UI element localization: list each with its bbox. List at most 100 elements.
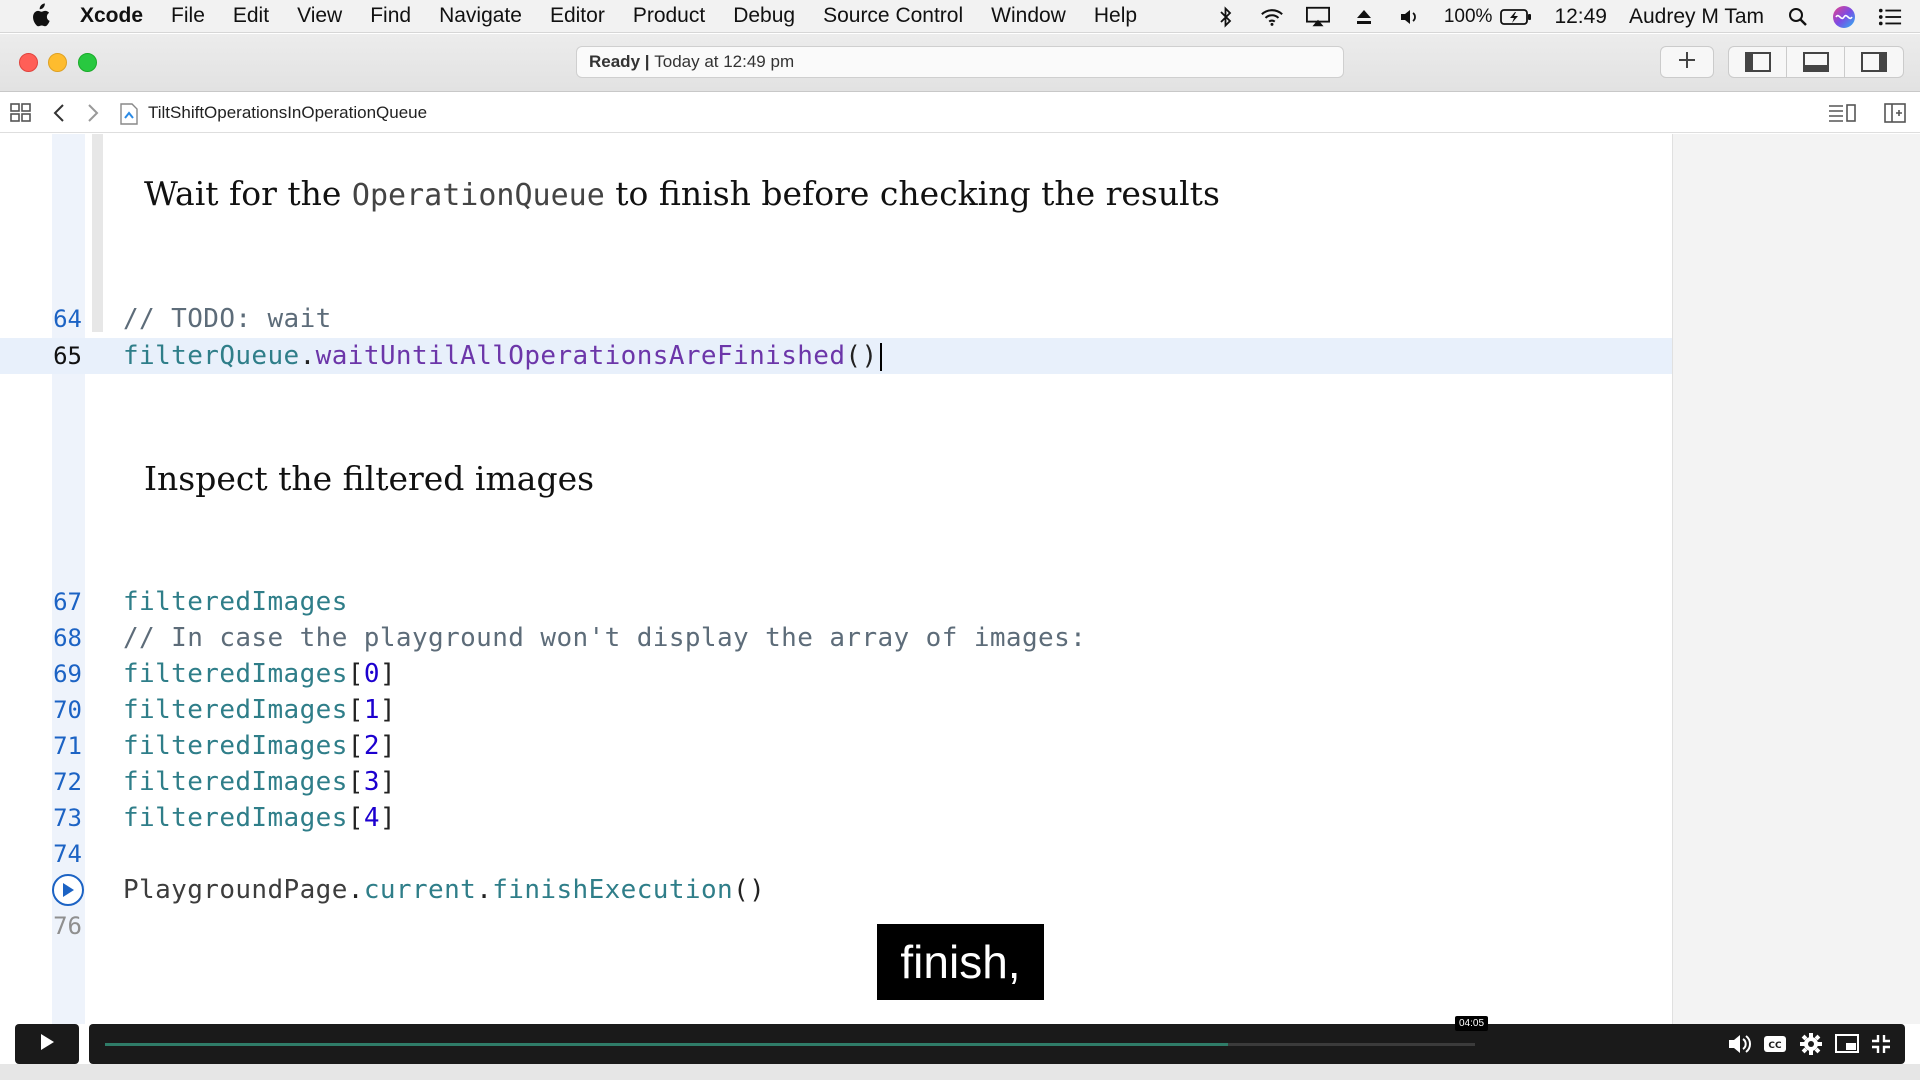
line-number[interactable]: 70	[40, 696, 82, 724]
code-identifier: filterQueue	[123, 341, 300, 371]
minimize-window-button[interactable]	[48, 53, 67, 72]
results-sidebar	[1672, 134, 1920, 1024]
code-number: 1	[363, 695, 380, 725]
code-identifier: filteredImages	[123, 731, 348, 761]
line-number[interactable]: 64	[40, 305, 82, 333]
bluetooth-icon[interactable]	[1214, 5, 1238, 28]
markup-heading-inspect: Inspect the filtered images	[144, 459, 595, 498]
line-number[interactable]: 73	[40, 804, 82, 832]
add-icon	[1678, 51, 1696, 74]
markup-code: OperationQueue	[351, 178, 605, 213]
activity-viewer: Ready | Today at 12:49 pm	[576, 46, 1344, 78]
menu-clock[interactable]: 12:49	[1554, 5, 1607, 29]
line-number[interactable]: 69	[40, 660, 82, 688]
code-text: filteredImages[0]	[123, 659, 396, 689]
menu-user[interactable]: Audrey M Tam	[1629, 5, 1764, 29]
menu-editor[interactable]: Editor	[550, 4, 605, 28]
menu-edit[interactable]: Edit	[233, 4, 269, 28]
code-line: PlaygroundPage.current.finishExecution()	[0, 872, 1672, 908]
code-punct: [	[347, 803, 364, 833]
line-number[interactable]: 65	[40, 342, 82, 370]
menu-debug[interactable]: Debug	[733, 4, 795, 28]
back-chevron-icon[interactable]	[52, 103, 66, 128]
code-punct: [	[347, 695, 364, 725]
line-number[interactable]: 76	[40, 912, 82, 940]
code-punct: ]	[379, 767, 396, 797]
line-number[interactable]: 67	[40, 588, 82, 616]
airplay-icon[interactable]	[1305, 6, 1330, 28]
code-line-current: 65 filterQueue.waitUntilAllOperationsAre…	[0, 338, 1672, 374]
run-icon[interactable]	[52, 874, 84, 906]
battery-icon[interactable]	[1500, 6, 1532, 28]
siri-icon[interactable]	[1832, 5, 1856, 28]
eject-icon[interactable]	[1352, 6, 1376, 28]
menu-navigate[interactable]: Navigate	[439, 4, 522, 28]
menu-file[interactable]: File	[171, 4, 205, 28]
markup-text: to finish before checking the results	[604, 174, 1220, 213]
playground-file-icon	[120, 103, 138, 130]
code-line: 72 filteredImages[3]	[0, 764, 1672, 800]
menu-find[interactable]: Find	[370, 4, 411, 28]
menu-window[interactable]: Window	[991, 4, 1066, 28]
menu-app-name[interactable]: Xcode	[80, 4, 143, 28]
code-line: 70 filteredImages[1]	[0, 692, 1672, 728]
spotlight-icon[interactable]	[1786, 6, 1810, 28]
seek-progress	[105, 1043, 1229, 1046]
play-icon	[39, 1033, 55, 1056]
wifi-icon[interactable]	[1260, 6, 1284, 28]
code-identifier: filteredImages	[123, 587, 348, 617]
status-separator: |	[640, 52, 655, 71]
cc-icon[interactable]: CC	[1761, 1030, 1789, 1058]
video-caption: finish,	[877, 924, 1044, 1000]
code-punct: ]	[379, 803, 396, 833]
line-number[interactable]: 74	[40, 840, 82, 868]
line-number[interactable]: 68	[40, 624, 82, 652]
close-window-button[interactable]	[19, 53, 38, 72]
code-text: filterQueue.waitUntilAllOperationsAreFin…	[123, 341, 882, 371]
code-line: 64 // TODO: wait	[0, 301, 1672, 337]
source-editor[interactable]: Wait for the OperationQueue to finish be…	[0, 134, 1672, 1024]
add-editor-icon[interactable]	[1884, 103, 1906, 128]
time-badge: 04:05	[1455, 1016, 1489, 1031]
play-button[interactable]	[15, 1024, 79, 1064]
inspector-toggle-icon[interactable]	[1845, 47, 1903, 77]
fullscreen-exit-icon[interactable]	[1867, 1030, 1895, 1058]
breadcrumb-file[interactable]: TiltShiftOperationsInOperationQueue	[148, 103, 427, 123]
line-number[interactable]: 71	[40, 732, 82, 760]
line-number[interactable]: 72	[40, 768, 82, 796]
jump-bar: TiltShiftOperationsInOperationQueue	[0, 93, 1920, 133]
notification-center-icon[interactable]	[1878, 6, 1902, 28]
panel-toggles	[1728, 46, 1904, 78]
code-line: 76	[0, 908, 1672, 944]
volume-icon[interactable]	[1398, 6, 1422, 28]
code-identifier: filteredImages	[123, 659, 348, 689]
code-punct: ]	[379, 659, 396, 689]
library-button[interactable]	[1660, 46, 1714, 78]
menu-source-control[interactable]: Source Control	[823, 4, 963, 28]
forward-chevron-icon[interactable]	[86, 103, 100, 128]
miniplayer-icon[interactable]	[1833, 1030, 1861, 1058]
menu-view[interactable]: View	[297, 4, 342, 28]
markup-text: Wait for the	[144, 174, 352, 213]
code-text: filteredImages[4]	[123, 803, 396, 833]
code-punct: ]	[379, 695, 396, 725]
zoom-window-button[interactable]	[78, 53, 97, 72]
grid-icon[interactable]	[10, 103, 32, 128]
status-menus: 100% 12:49 Audrey M Tam	[1214, 0, 1902, 33]
code-line: 69 filteredImages[0]	[0, 656, 1672, 692]
code-line: 71 filteredImages[2]	[0, 728, 1672, 764]
code-line: 68 // In case the playground won't displ…	[0, 620, 1672, 656]
code-identifier: filteredImages	[123, 695, 348, 725]
menu-help[interactable]: Help	[1094, 4, 1137, 28]
code-punct: ()	[733, 875, 766, 905]
settings-icon[interactable]	[1797, 1030, 1825, 1058]
editor-options-icon[interactable]	[1828, 103, 1856, 128]
debug-area-toggle-icon[interactable]	[1787, 47, 1845, 77]
seek-track[interactable]	[105, 1043, 1475, 1046]
menu-product[interactable]: Product	[633, 4, 705, 28]
volume-icon[interactable]	[1725, 1030, 1753, 1058]
code-line: 73 filteredImages[4]	[0, 800, 1672, 836]
navigator-toggle-icon[interactable]	[1729, 47, 1787, 77]
apple-icon[interactable]	[28, 1, 58, 31]
svg-text:CC: CC	[1768, 1041, 1782, 1051]
